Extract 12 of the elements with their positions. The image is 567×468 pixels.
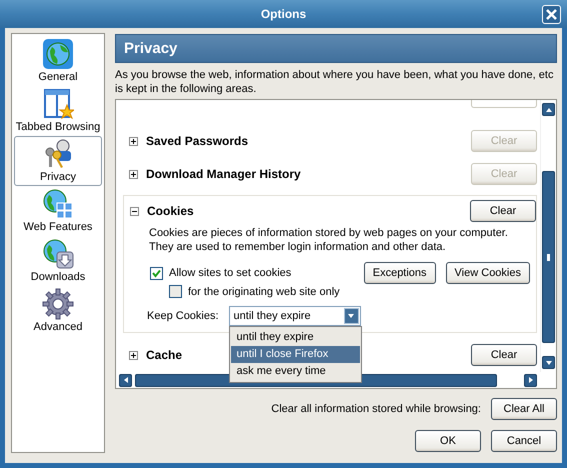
cookies-description: Cookies are pieces of information stored by web pages on your computer. They are used to remember login information and other data.: [149, 226, 509, 254]
section-header: Privacy: [115, 34, 557, 63]
window-title: Options: [260, 7, 306, 21]
section-title: Cache: [146, 348, 182, 362]
section-title: Cookies: [147, 204, 194, 218]
keep-cookies-label: Keep Cookies:: [147, 310, 219, 322]
description-text: As you browse the web, information about where you have been, what you have done, etc is kept in the following areas.: [115, 68, 554, 96]
checkbox-label: Allow sites to set cookies: [169, 267, 292, 279]
section-title: Download Manager History: [146, 167, 301, 181]
clear-all-label: Clear all information stored while browsing:: [271, 403, 481, 415]
section-title: Saved Passwords: [146, 134, 248, 148]
checkbox-label: for the originating web site only: [188, 286, 340, 298]
